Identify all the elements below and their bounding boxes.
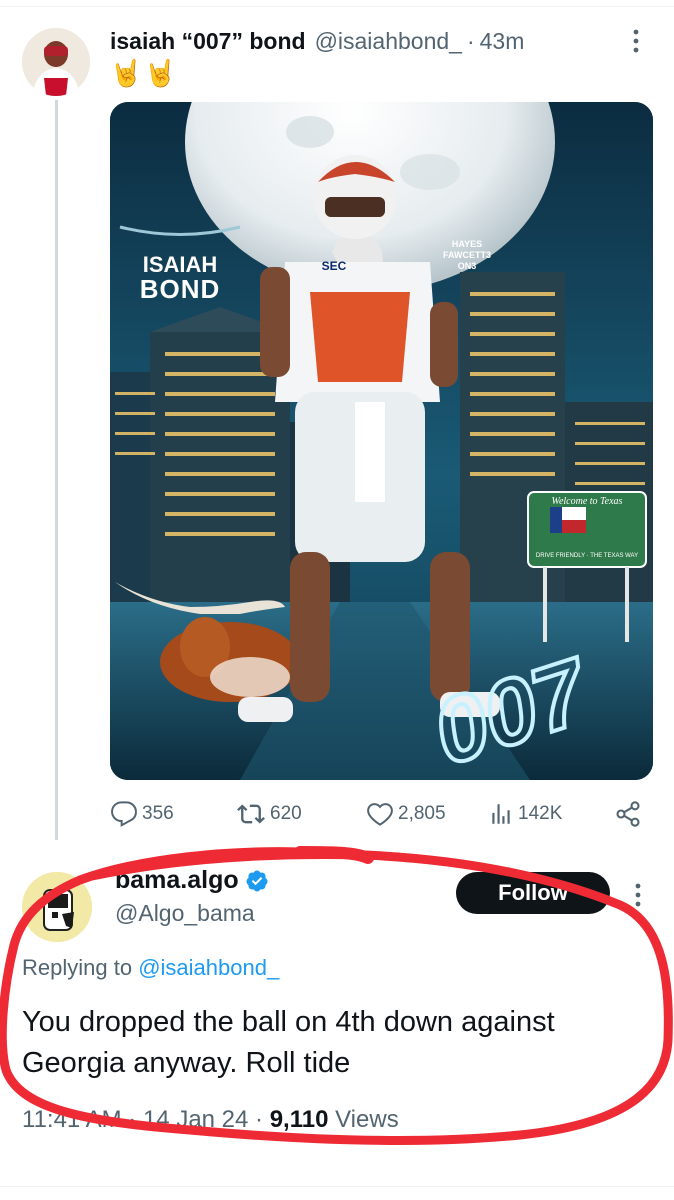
tweet-time[interactable]: 43m xyxy=(480,28,525,55)
more-icon[interactable] xyxy=(628,880,648,910)
author-handle[interactable]: @isaiahbond_ xyxy=(315,28,462,55)
views-button[interactable]: 142K xyxy=(488,796,562,832)
reply-button[interactable]: 356 xyxy=(110,796,174,832)
views-icon xyxy=(492,804,510,824)
thread-connector xyxy=(55,100,58,840)
media-title-bottom: BOND xyxy=(140,274,221,304)
separator-dot: · xyxy=(466,27,475,54)
author-avatar[interactable] xyxy=(22,28,90,96)
share-icon xyxy=(616,801,640,827)
retweet-button[interactable]: 620 xyxy=(236,796,302,832)
reply-count: 356 xyxy=(142,803,174,824)
reply-text: You dropped the ball on 4th down against… xyxy=(22,1002,652,1084)
reply-text-line-2: Georgia anyway. Roll tide xyxy=(22,1047,351,1079)
views-count: 142K xyxy=(518,803,563,824)
reply-author-row: bama.algo xyxy=(115,866,269,895)
reply-author-avatar[interactable] xyxy=(22,872,92,942)
retweet-count: 620 xyxy=(270,803,302,824)
like-icon xyxy=(367,803,393,826)
follow-button[interactable]: Follow xyxy=(456,872,610,914)
reply-author-handle[interactable]: @Algo_bama xyxy=(115,900,255,927)
reply-author-name[interactable]: bama.algo xyxy=(115,866,239,895)
like-button[interactable]: 2,805 xyxy=(366,796,446,832)
share-button[interactable] xyxy=(614,796,646,832)
reply-views-count: 9,110 xyxy=(269,1106,329,1133)
verified-icon xyxy=(246,870,268,891)
media-credit-1: HAYES xyxy=(452,239,482,249)
reply-text-line-1: You dropped the ball on 4th down against xyxy=(22,1006,555,1038)
replying-mention-link[interactable]: @isaiahbond_ xyxy=(138,955,279,980)
media-credit-3: ON3 xyxy=(458,261,477,271)
reply-timestamp[interactable]: 11:41 AM · 14 Jan 24 · xyxy=(22,1106,270,1133)
author-name[interactable]: isaiah “007” bond xyxy=(110,28,306,55)
tweet-header: isaiah “007” bond @isaiahbond_ · 43m xyxy=(110,24,524,58)
more-icon[interactable] xyxy=(624,26,648,56)
reply-meta: 11:41 AM · 14 Jan 24 · 9,110 Views xyxy=(22,1106,399,1134)
bottom-divider xyxy=(0,1186,674,1187)
tweet-actions: 356 620 2,805 142K xyxy=(110,796,650,832)
tweet-media-image[interactable]: SEC ISAIAH BOND HAYES FAWCETT3 ON3 Welco… xyxy=(110,102,653,780)
replying-to: Replying to @isaiahbond_ xyxy=(22,955,279,981)
replying-prefix: Replying to xyxy=(22,955,139,980)
retweet-icon xyxy=(237,804,265,824)
like-count: 2,805 xyxy=(398,803,446,824)
top-divider xyxy=(0,0,674,7)
sign-title: Welcome to Texas xyxy=(552,496,623,507)
sign-footer: DRIVE FRIENDLY · THE TEXAS WAY xyxy=(536,553,638,559)
tweet-text: 🤘🤘 xyxy=(110,58,179,88)
reply-icon xyxy=(111,801,137,827)
reply-views-label: Views xyxy=(328,1106,399,1133)
media-credit-2: FAWCETT3 xyxy=(443,250,491,260)
jersey-badge: SEC xyxy=(322,259,347,273)
